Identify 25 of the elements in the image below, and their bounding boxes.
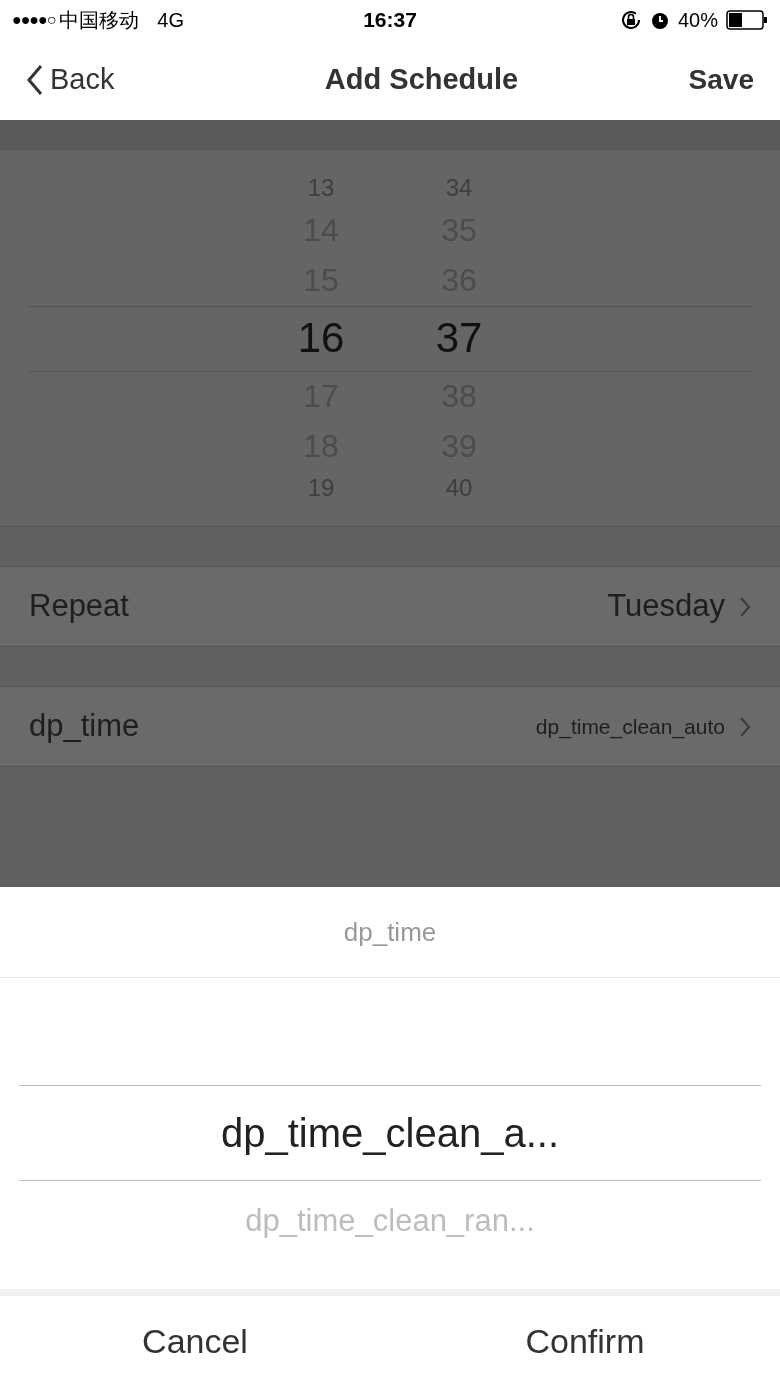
battery-percentage: 40%	[677, 8, 718, 33]
back-chevron-icon[interactable]	[26, 64, 44, 96]
battery-icon	[726, 10, 768, 30]
picker-option[interactable]: dp_time_clean_ran...	[245, 1181, 535, 1261]
cancel-button[interactable]: Cancel	[0, 1296, 390, 1386]
alarm-icon	[649, 10, 670, 30]
rotation-lock-icon	[619, 9, 642, 31]
chevron-right-icon	[739, 595, 751, 618]
picker-option[interactable]: dp_time_clean_a...	[19, 1085, 761, 1181]
network-type: 4G	[157, 8, 184, 33]
status-time: 16:37	[362, 7, 418, 34]
sheet-title: dp_time	[343, 915, 437, 949]
save-button[interactable]: Save	[688, 59, 754, 101]
minute-option[interactable]: 37	[435, 305, 483, 371]
screen-title: Add Schedule	[324, 62, 519, 98]
row-label[interactable]: Repeat	[29, 583, 608, 630]
carrier-name: 中国移动	[59, 8, 140, 33]
row-value: dp_time_clean_auto	[535, 713, 725, 741]
signal-strength: ●●●●○	[12, 10, 56, 30]
back-button[interactable]: Back	[26, 58, 115, 102]
row-label[interactable]: dp_time	[29, 703, 536, 750]
hour-option[interactable]: 16	[297, 305, 345, 371]
chevron-right-icon	[739, 715, 751, 738]
confirm-button[interactable]: Confirm	[390, 1296, 780, 1386]
row-value: Tuesday	[607, 587, 725, 626]
